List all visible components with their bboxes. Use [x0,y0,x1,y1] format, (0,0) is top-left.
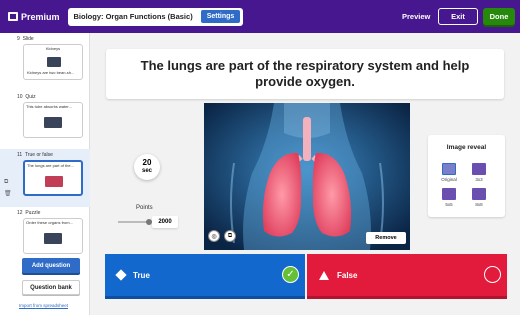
answer-label: True [133,270,150,280]
slide-item-active[interactable]: 11 True or false ⧉ 🗑 The lungs are part … [0,149,90,207]
reveal-option-label: Original [441,177,457,182]
reveal-option-8x8[interactable] [472,188,486,200]
lungs-illustration [204,103,410,250]
slide-thumb-text: The lungs are part of the... [27,164,74,168]
slide-thumb-image [44,233,62,244]
time-limit-button[interactable]: 20 sec [134,154,160,180]
slide-thumbnail[interactable]: The lungs are part of the... [23,160,83,196]
image-effects-icon[interactable]: ◎ [208,230,220,242]
answer-false[interactable]: False [307,254,507,296]
delete-icon[interactable]: 🗑 [4,190,12,197]
slide-thumb-title: Kidneys [45,47,61,51]
remove-image-button[interactable]: Remove [366,232,406,244]
reveal-option-label: 5x5 [445,202,453,207]
slide-item[interactable]: 10 Quiz This tube absorbs water... [0,91,90,149]
reveal-option-label: 3x3 [475,177,483,182]
question-bank-button[interactable]: Question bank [22,280,80,295]
slide-actions: ⧉ 🗑 [4,179,12,197]
answer-true[interactable]: True ✓ [105,254,305,296]
reveal-option-label: 8x8 [475,202,483,207]
points-slider[interactable] [118,219,152,225]
add-question-button[interactable]: Add question [22,258,80,273]
correct-check-icon[interactable]: ✓ [282,266,299,283]
image-reveal-heading: Image reveal [446,144,487,151]
slide-thumb-text: Order these organs from... [26,221,73,225]
brand-logo-icon [8,12,18,21]
slide-thumbnail[interactable]: Kidneys Kidneys are two bean-sh... [23,44,83,80]
slide-thumb-text: Kidneys are two bean-sh... [27,71,75,75]
reveal-option-3x3[interactable] [472,163,486,175]
slide-item[interactable]: 12 Puzzle Order these organs from... [0,207,90,265]
timer-value: 20 [142,158,152,168]
slide-label: 12 Puzzle [17,210,41,216]
settings-button[interactable]: Settings [200,10,241,23]
slide-thumb-text: This tube absorbs water... [26,105,72,109]
replace-image-icon[interactable]: ⧉ [224,230,236,242]
reveal-option-5x5[interactable] [442,188,456,200]
triangle-icon [319,270,329,280]
kahoot-title-box[interactable]: Biology: Organ Functions (Basic) Setting… [67,7,244,26]
exit-button[interactable]: Exit [438,8,478,25]
slide-label: 10 Quiz [17,94,36,100]
slide-item[interactable]: 9 Slide Kidneys Kidneys are two bean-sh.… [0,33,90,91]
slide-thumb-image [47,57,61,67]
timer-unit: sec [141,168,152,175]
points-label: Points [136,205,153,211]
question-input[interactable]: The lungs are part of the respiratory sy… [106,49,504,99]
answer-label: False [337,270,358,280]
slide-thumbnail[interactable]: This tube absorbs water... [23,102,83,138]
image-reveal-panel: Image reveal Original 3x3 5x5 8x8 [428,135,505,217]
diamond-icon [115,269,127,281]
slide-thumbnail[interactable]: Order these organs from... [23,218,83,254]
done-button[interactable]: Done [483,8,515,25]
slide-label: 11 True or false [17,152,53,158]
slide-label: 9 Slide [17,36,34,42]
slide-thumb-image [44,117,62,128]
brand: Premium [8,12,60,22]
brand-label: Premium [21,11,60,22]
question-image[interactable] [204,103,410,250]
duplicate-icon[interactable]: ⧉ [4,179,12,186]
import-spreadsheet-link[interactable]: Import from spreadsheet [19,303,68,308]
reveal-option-original[interactable] [442,163,456,175]
correct-radio-icon[interactable] [484,266,501,283]
kahoot-title[interactable]: Biology: Organ Functions (Basic) [74,12,193,21]
points-value[interactable]: 2000 [152,216,178,228]
slide-thumb-image [45,176,63,187]
preview-button[interactable]: Preview [394,9,438,24]
